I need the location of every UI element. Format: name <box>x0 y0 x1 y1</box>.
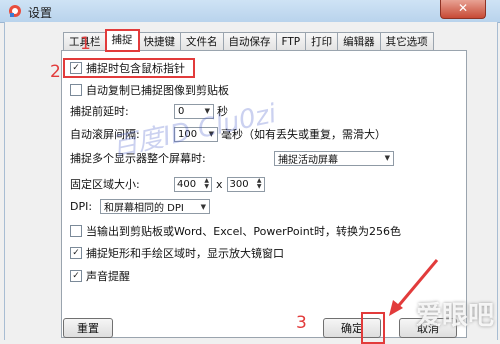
sound-option[interactable]: ✓ 声音提醒 <box>70 268 130 284</box>
app-icon <box>9 5 21 17</box>
auto-copy-option[interactable]: 自动复制已捕捉图像到剪贴板 <box>70 82 229 98</box>
fixed-region-height-value: 300 <box>229 178 249 190</box>
chevron-down-icon: ▼ <box>384 154 390 162</box>
tab-other-options[interactable]: 其它选项 <box>379 32 434 50</box>
fixed-region-row: 固定区域大小: 400 ▲ ▼ x 300 ▲ ▼ <box>70 176 265 192</box>
fixed-region-label: 固定区域大小: <box>70 178 140 191</box>
tab-print[interactable]: 打印 <box>305 32 339 50</box>
ok-button[interactable]: 确定 <box>323 318 381 338</box>
multi-display-label: 捕捉多个显示器整个屏幕时: <box>70 152 206 165</box>
tab-capture[interactable]: 捕捉 <box>104 29 140 52</box>
annotation-number-2: 2 <box>50 62 61 82</box>
fixed-region-height-input[interactable]: 300 ▲ ▼ <box>226 176 265 192</box>
sound-label: 声音提醒 <box>86 270 130 283</box>
annotation-number-3: 3 <box>296 313 307 333</box>
magnifier-option[interactable]: ✓ 捕捉矩形和手绘区域时，显示放大镜窗口 <box>70 245 284 261</box>
settings-window: 工具栏 捕捉 快捷键 文件名 自动保存 FTP 打印 编辑器 其它选项 ✓ 捕捉… <box>4 22 498 344</box>
convert-256-option[interactable]: 当输出到剪贴板或Word、Excel、PowerPoint时，转换为256色 <box>70 223 401 239</box>
dpi-label: DPI: <box>70 200 93 213</box>
tab-editor[interactable]: 编辑器 <box>337 32 381 50</box>
close-button[interactable]: ✕ <box>440 0 486 19</box>
fixed-region-width-input[interactable]: 400 ▲ ▼ <box>174 176 212 192</box>
auto-copy-label: 自动复制已捕捉图像到剪贴板 <box>86 84 229 97</box>
include-cursor-option[interactable]: ✓ 捕捉时包含鼠标指针 <box>70 60 185 76</box>
times-sign: x <box>216 177 223 191</box>
include-cursor-label: 捕捉时包含鼠标指针 <box>86 62 185 75</box>
tab-hotkeys[interactable]: 快捷键 <box>137 32 181 50</box>
tab-bar: 工具栏 捕捉 快捷键 文件名 自动保存 FTP 打印 编辑器 其它选项 <box>63 29 434 52</box>
annotation-number-1: 1 <box>80 34 91 54</box>
corner-watermark: 爱眼吧 <box>415 301 494 331</box>
tab-ftp[interactable]: FTP <box>275 32 307 50</box>
magnifier-label: 捕捉矩形和手绘区域时，显示放大镜窗口 <box>86 247 284 260</box>
include-cursor-checkbox[interactable]: ✓ <box>70 62 82 74</box>
multi-display-select[interactable]: 捕捉活动屏幕 ▼ <box>274 150 394 166</box>
dpi-value: 和屏幕相同的 DPI <box>104 203 184 214</box>
chevron-down-icon: ▼ <box>200 202 206 211</box>
reset-button[interactable]: 重置 <box>63 318 113 338</box>
multi-display-value: 捕捉活动屏幕 <box>278 154 338 166</box>
convert-256-label: 当输出到剪贴板或Word、Excel、PowerPoint时，转换为256色 <box>86 225 401 238</box>
tab-filename[interactable]: 文件名 <box>180 32 224 50</box>
sound-checkbox[interactable]: ✓ <box>70 270 82 282</box>
fixed-region-width-value: 400 <box>177 178 197 190</box>
auto-copy-checkbox[interactable] <box>70 84 82 96</box>
dpi-select[interactable]: 和屏幕相同的 DPI ▼ <box>100 199 210 214</box>
spin-arrows-icon[interactable]: ▲ ▼ <box>257 178 262 190</box>
dpi-row: DPI: 和屏幕相同的 DPI ▼ <box>70 199 210 214</box>
magnifier-checkbox[interactable]: ✓ <box>70 247 82 259</box>
title-bar: 设置 ✕ <box>0 0 500 23</box>
tab-autosave[interactable]: 自动保存 <box>222 32 277 50</box>
window-title: 设置 <box>28 6 53 20</box>
spin-arrows-icon[interactable]: ▲ ▼ <box>204 178 209 190</box>
convert-256-checkbox[interactable] <box>70 225 82 237</box>
